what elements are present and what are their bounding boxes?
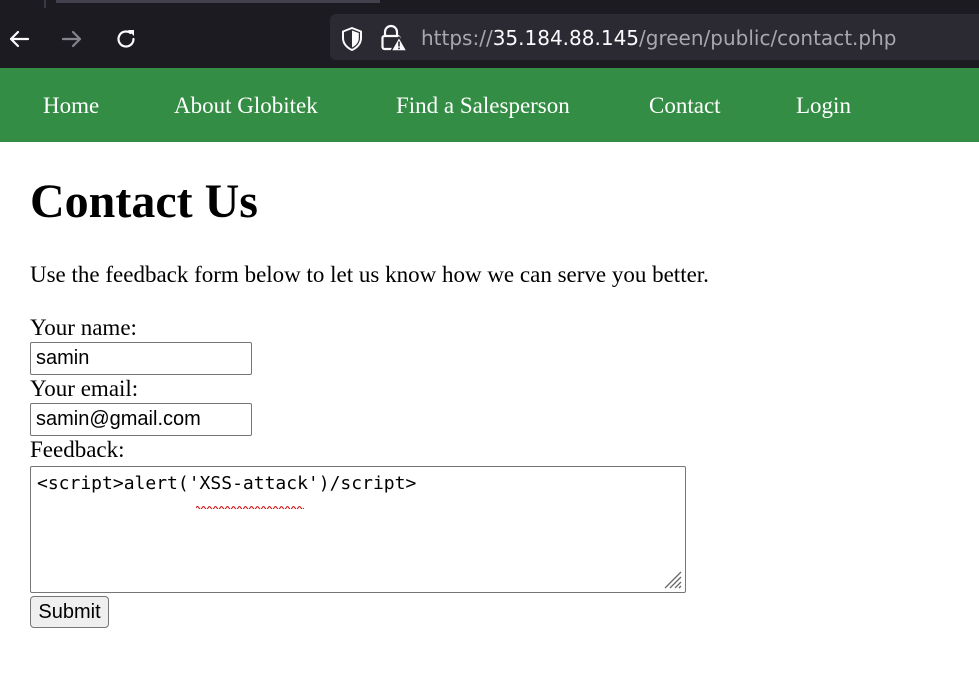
page-title: Contact Us [30,175,258,228]
feedback-textarea[interactable]: <script>alert('XSS-attack')/script> [30,466,686,593]
nav-link-contact[interactable]: Contact [649,93,721,119]
lock-warning-icon[interactable] [380,24,408,52]
url-path: /green/public/contact.php [639,26,897,50]
reload-icon [117,30,135,48]
nav-link-login[interactable]: Login [796,93,851,119]
reload-button[interactable] [109,22,143,56]
nav-link-home[interactable]: Home [43,93,99,119]
url-text[interactable]: https://35.184.88.145/green/public/conta… [421,26,896,50]
back-arrow-icon [9,30,30,48]
tab-separator [44,0,46,8]
url-scheme: https:// [421,26,493,50]
intro-text: Use the feedback form below to let us kn… [30,262,709,287]
feedback-label: Feedback: [30,437,125,462]
browser-tab[interactable] [56,0,380,3]
email-label: Your email: [30,376,139,401]
main-navigation: Home About Globitek Find a Salesperson C… [0,68,979,142]
forward-button[interactable] [55,22,89,56]
address-bar[interactable]: https://35.184.88.145/green/public/conta… [330,14,979,60]
url-host: 35.184.88.145 [492,26,640,50]
nav-link-about[interactable]: About Globitek [174,93,318,119]
resize-handle-icon[interactable] [659,566,683,590]
email-input[interactable] [30,403,252,436]
back-button[interactable] [2,22,36,56]
nav-link-find-salesperson[interactable]: Find a Salesperson [396,93,570,119]
submit-button[interactable]: Submit [30,596,109,628]
tab-strip [0,0,979,8]
forward-arrow-icon [61,30,82,48]
name-label: Your name: [30,315,137,340]
shield-icon[interactable] [340,26,364,52]
spellcheck-underline [196,506,304,509]
browser-toolbar: https://35.184.88.145/green/public/conta… [0,0,979,68]
name-input[interactable] [30,342,252,375]
